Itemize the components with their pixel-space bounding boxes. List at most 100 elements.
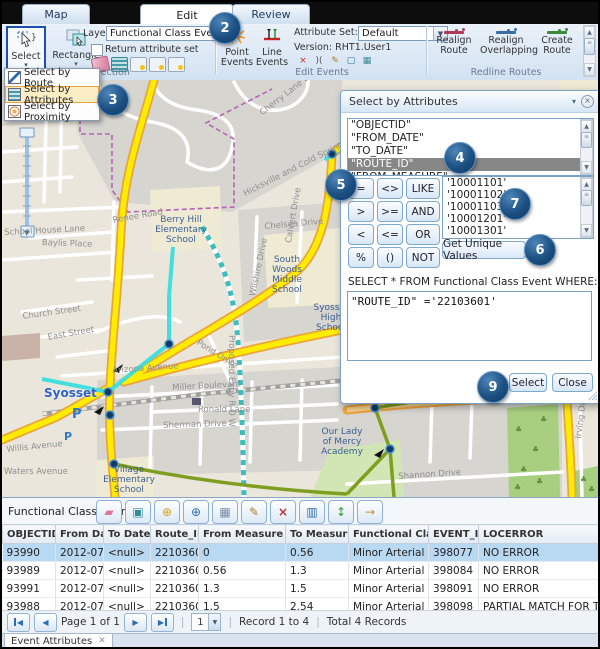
page-label: Page 1 of 1: [61, 616, 120, 628]
values-scrollbar[interactable]: ▲ ≡ ▼: [580, 177, 593, 238]
field-item[interactable]: "FROM_DATE": [348, 132, 593, 145]
scroll-down-icon[interactable]: ▼: [584, 63, 595, 76]
col-locerror[interactable]: LOCERROR: [479, 525, 599, 544]
map-label-school: Village Elementary School: [98, 466, 160, 496]
value-item[interactable]: '10001101': [443, 177, 593, 189]
tab-map[interactable]: Map: [22, 4, 90, 24]
table-row[interactable]: 939912012-07-05<null>221036011.31.5Minor…: [3, 580, 599, 598]
menu-item-select-by-proximity[interactable]: Select by Proximity: [5, 103, 99, 120]
select-by-proximity-icon: [8, 105, 21, 118]
table-row[interactable]: 939892012-07-05<null>221036010.561.3Mino…: [3, 562, 599, 580]
operator-greater-button[interactable]: >: [348, 201, 374, 222]
next-page-button[interactable]: ▶: [124, 613, 147, 632]
callout-6: 6: [524, 234, 556, 266]
event-grid-icon[interactable]: ▦: [360, 55, 374, 67]
realign-overlapping-button[interactable]: Realign Overlapping: [480, 26, 532, 56]
operator-parens-button[interactable]: (): [377, 247, 403, 268]
zoom-slider[interactable]: ▼: [20, 128, 34, 237]
panel-tab-bar: Event Attributes ✕: [2, 633, 598, 649]
edit-date-icon[interactable]: ✎: [241, 500, 267, 524]
pagination-bar: ◀ ◀ Page 1 of 1 ▶ ▶ | 1 ▼ | Record 1 to …: [2, 610, 598, 633]
col-objectid[interactable]: OBJECTID: [3, 525, 56, 544]
split-event-icon[interactable]: ×: [296, 55, 310, 67]
svg-text:♣: ♣: [588, 485, 595, 494]
attribute-panel: Functional Class Event ▰ ▣ ⊕ ⊕ ▦ ✎ × ▥ ↕…: [2, 497, 598, 648]
col-event-id[interactable]: EVENT_ID: [429, 525, 479, 544]
select-tool-icon: }: [15, 29, 37, 49]
callout-7: 7: [499, 188, 531, 220]
tab-event-attributes[interactable]: Event Attributes ✕: [4, 634, 113, 649]
realign-route-button[interactable]: Realign Route: [430, 26, 478, 56]
operator-lessequal-button[interactable]: <=: [377, 224, 403, 245]
chevron-down-icon[interactable]: ▼: [208, 614, 220, 630]
operator-not-button[interactable]: NOT: [406, 247, 440, 268]
last-page-button[interactable]: ▶: [151, 613, 174, 632]
attribute-set-label: Attribute Set:: [294, 27, 358, 38]
table-row[interactable]: 939902012-07-05<null>2210360100.56Minor …: [3, 544, 599, 562]
select-button[interactable]: Select: [509, 373, 547, 392]
event-window-icon[interactable]: ▢: [344, 55, 358, 67]
col-to-measure[interactable]: To Measure: [286, 525, 349, 544]
operator-like-button[interactable]: LIKE: [406, 178, 440, 199]
total-records-label: Total 4 Records: [327, 616, 407, 628]
svg-text:♣: ♣: [536, 477, 543, 486]
scroll-down-icon[interactable]: ▼: [581, 224, 592, 237]
merge-event-icon[interactable]: )(: [312, 55, 326, 67]
table-header-row: OBJECTID From Date To Date Route_ID From…: [3, 525, 599, 544]
operator-greaterequal-button[interactable]: >=: [377, 201, 403, 222]
return-attribute-set-checkbox[interactable]: [91, 44, 103, 56]
operator-and-button[interactable]: AND: [406, 201, 440, 222]
dialog-menu-icon[interactable]: ▾: [572, 97, 576, 106]
operator-percent-button[interactable]: %: [348, 247, 374, 268]
parking-icon: P: [72, 407, 82, 422]
map-label-school: Berry Hill Elementary School: [150, 216, 212, 246]
zoom-to-selection-icon[interactable]: ⊕: [154, 500, 180, 524]
switch-selection-icon[interactable]: ▣: [125, 500, 151, 524]
operator-less-button[interactable]: <: [348, 224, 374, 245]
svg-text:}: }: [31, 33, 37, 43]
operator-or-button[interactable]: OR: [406, 224, 440, 245]
col-route-id[interactable]: Route_ID: [151, 525, 199, 544]
col-functional-class[interactable]: Functional Class: [349, 525, 429, 544]
field-item[interactable]: "OBJECTID": [348, 119, 593, 132]
first-page-button[interactable]: ◀: [7, 613, 30, 632]
col-to-date[interactable]: To Date: [104, 525, 151, 544]
previous-page-button[interactable]: ◀: [34, 613, 57, 632]
save-icon[interactable]: ▦: [212, 500, 238, 524]
scroll-down-icon[interactable]: ▼: [581, 161, 592, 174]
line-events-button[interactable]: Line Events: [255, 26, 289, 68]
clear-selection-icon[interactable]: ▰: [96, 500, 122, 524]
close-tab-icon[interactable]: ✕: [98, 636, 106, 646]
get-unique-values-button[interactable]: Get Unique Values: [442, 241, 526, 259]
value-item[interactable]: '10001301': [443, 225, 593, 237]
ribbon-scrollbar[interactable]: ▲ ≡ ▼: [583, 25, 596, 77]
map-label-street: Ronald Lane: [198, 405, 250, 415]
select-by-route-icon: [8, 71, 21, 84]
map-label-school: South Woods Middle School: [258, 256, 316, 296]
fields-scrollbar[interactable]: ▲ ≡ ▼: [580, 119, 593, 175]
operator-notequal-button[interactable]: <>: [377, 178, 403, 199]
edit-event-icon[interactable]: ✎: [328, 55, 342, 67]
col-from-date[interactable]: From Date: [56, 525, 104, 544]
svg-text:♣: ♣: [532, 445, 539, 454]
select-by-attributes-icon: [8, 88, 21, 101]
page-number-dropdown[interactable]: 1 ▼: [191, 613, 221, 631]
pan-to-selection-icon[interactable]: ⊕: [183, 500, 209, 524]
export-icon[interactable]: →: [357, 500, 383, 524]
where-label: SELECT * FROM Functional Class Event WHE…: [348, 276, 598, 288]
resize-handle[interactable]: [587, 390, 597, 400]
close-icon[interactable]: ×: [581, 95, 594, 108]
callout-3: 3: [97, 84, 129, 116]
sort-icon[interactable]: ↕: [328, 500, 354, 524]
col-from-measure[interactable]: From Measure: [199, 525, 286, 544]
create-route-button[interactable]: Create Route: [534, 26, 580, 56]
dialog-titlebar[interactable]: Select by Attributes ▾ ×: [341, 91, 600, 113]
where-clause-input[interactable]: "ROUTE_ID" ='22103601': [347, 291, 592, 361]
realign-overlapping-icon: [496, 31, 516, 34]
map-label-school: Our Lady of Mercy Academy: [316, 428, 368, 458]
delete-record-icon[interactable]: ×: [270, 500, 296, 524]
attribute-window-icon[interactable]: ▥: [299, 500, 325, 524]
tab-review[interactable]: Review: [232, 4, 310, 24]
svg-text:♣: ♣: [514, 483, 521, 492]
callout-5: 5: [325, 169, 357, 201]
